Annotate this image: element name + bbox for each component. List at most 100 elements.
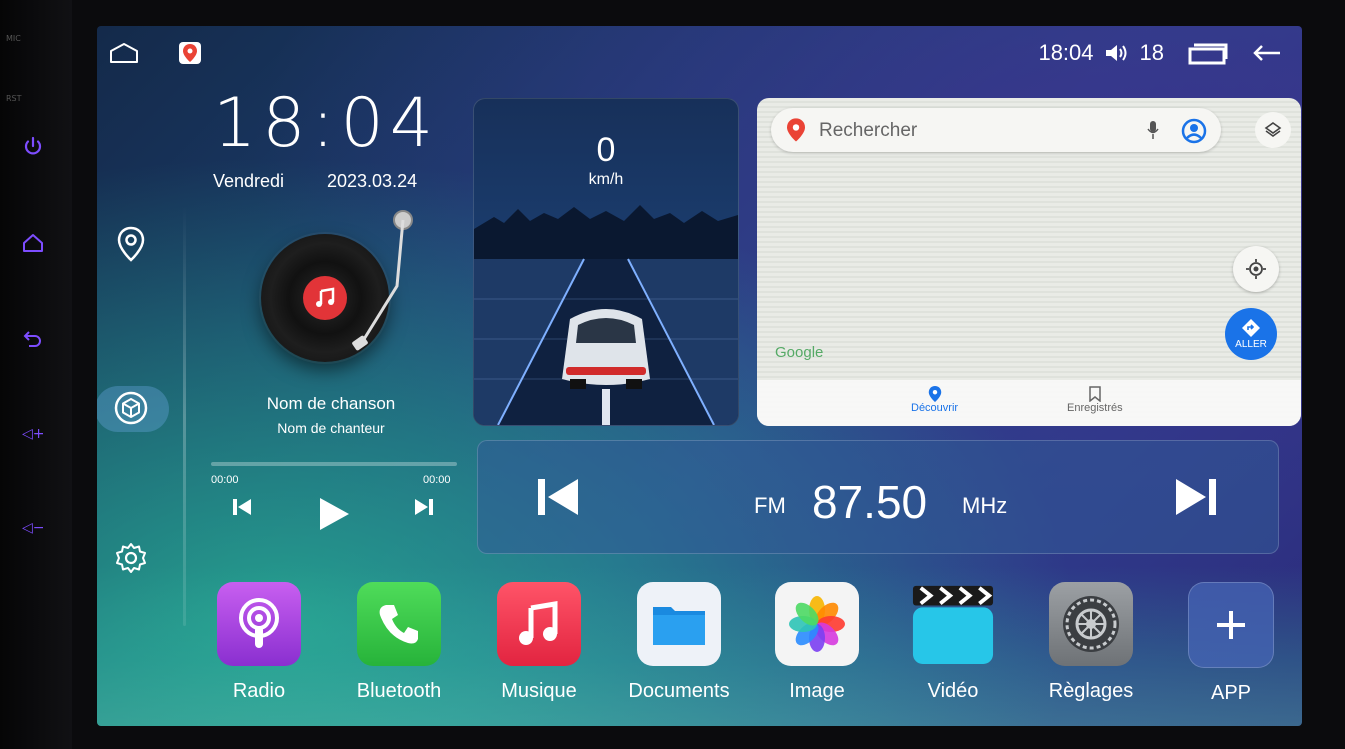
app-radio-label: Radio: [232, 680, 286, 702]
home-icon: [23, 234, 43, 252]
folder-icon: [637, 582, 721, 666]
rail-settings-button[interactable]: [113, 540, 149, 576]
bookmark-icon: [1089, 386, 1101, 402]
elapsed-time: 00:00: [211, 474, 239, 486]
clock-weekday: Vendredi: [213, 171, 285, 191]
skip-next-icon: [415, 499, 433, 515]
gear-icon: [116, 543, 146, 573]
skip-previous-icon: [233, 499, 251, 515]
home-icon[interactable]: [109, 42, 139, 64]
map-go-button[interactable]: ALLER: [1225, 308, 1277, 360]
map-layers-button[interactable]: [1255, 112, 1291, 148]
tab-discover[interactable]: Découvrir: [911, 386, 958, 414]
map-search-bar[interactable]: Rechercher: [771, 108, 1221, 152]
speed-unit: km/h: [588, 171, 624, 188]
explore-pin-icon: [928, 386, 941, 402]
tab-saved-label: Enregistrés: [1067, 402, 1123, 414]
clapperboard-icon: [911, 582, 995, 666]
radio-prev-button[interactable]: [536, 477, 580, 522]
music-progress-bar[interactable]: [211, 462, 457, 466]
clock-date: 2023.03.24: [327, 171, 418, 191]
volume-icon[interactable]: [1104, 42, 1130, 64]
status-area: 18:04 18: [1038, 40, 1282, 66]
app-image[interactable]: Image: [767, 582, 867, 703]
music-note-icon: [497, 582, 581, 666]
map-locate-button[interactable]: [1233, 246, 1279, 292]
map-go-label: ALLER: [1235, 339, 1267, 350]
app-video[interactable]: Vidéo: [903, 582, 1003, 703]
radio-unit: MHz: [962, 493, 1008, 518]
back-icon: [23, 331, 41, 347]
rail-navigation-button[interactable]: [113, 226, 149, 262]
radio-frequency: 87.50: [812, 476, 928, 528]
app-radio[interactable]: Radio: [209, 582, 309, 703]
total-time: 00:00: [423, 474, 451, 486]
music-note-icon: [316, 287, 335, 307]
hardware-bezel: MIC RST ◁+ ◁−: [0, 0, 72, 749]
radio-widget[interactable]: FM 87.50 MHz: [477, 440, 1279, 554]
radio-next-button[interactable]: [1174, 477, 1218, 522]
google-logo: Google: [775, 344, 824, 361]
app-add[interactable]: APP: [1181, 582, 1281, 705]
music-play-button[interactable]: [317, 496, 351, 532]
settings-gear-icon: [1049, 582, 1133, 666]
tab-discover-label: Découvrir: [911, 402, 959, 414]
back-hw-button[interactable]: [20, 326, 46, 352]
cube-icon: [114, 391, 148, 425]
skip-previous-icon: [538, 479, 578, 515]
plus-icon: [1188, 582, 1274, 668]
app-settings-label: Règlages: [1048, 680, 1134, 702]
rail-apps-button[interactable]: [113, 390, 149, 426]
speedometer-widget[interactable]: 0 km/h: [473, 98, 739, 426]
song-title: Nom de chanson: [266, 394, 396, 413]
location-pin-icon: [117, 226, 145, 262]
app-video-label: Vidéo: [927, 680, 979, 702]
recent-apps-icon[interactable]: [1188, 41, 1228, 65]
tab-saved[interactable]: Enregistrés: [1067, 386, 1123, 414]
app-bluetooth[interactable]: Bluetooth: [349, 582, 449, 703]
microphone-icon[interactable]: [1147, 120, 1159, 140]
maps-icon[interactable]: [179, 42, 201, 64]
music-next-button[interactable]: [413, 496, 435, 518]
rst-label: RST: [6, 94, 22, 103]
power-button[interactable]: [20, 134, 46, 160]
clock-time: 18:04: [213, 84, 439, 163]
play-icon: [320, 498, 349, 530]
photos-icon: [775, 582, 859, 666]
radio-band: FM: [754, 493, 786, 518]
app-bluetooth-label: Bluetooth: [356, 680, 442, 702]
power-icon: [24, 136, 42, 155]
map-bottom-tabs: Découvrir Enregistrés: [757, 380, 1301, 426]
music-prev-button[interactable]: [231, 496, 253, 518]
maps-pin-icon: [787, 118, 805, 142]
home-hw-button[interactable]: [20, 230, 46, 256]
song-artist: Nom de chanteur: [277, 420, 385, 436]
tonearm-icon: [352, 210, 413, 351]
app-image-label: Image: [789, 680, 845, 702]
app-music-label: Musique: [501, 680, 577, 702]
volume-level: 18: [1139, 40, 1164, 65]
speed-value: 0: [596, 131, 616, 169]
skip-next-icon: [1176, 479, 1216, 515]
podcast-icon: [217, 582, 301, 666]
layers-icon: [1264, 122, 1282, 137]
map-search-placeholder: Rechercher: [819, 120, 918, 141]
mic-label: MIC: [6, 34, 21, 43]
phone-icon: [357, 582, 441, 666]
directions-icon: [1242, 319, 1260, 337]
crosshair-icon: [1246, 259, 1266, 279]
account-icon[interactable]: [1181, 118, 1207, 144]
rail-divider: [183, 206, 186, 626]
app-documents-label: Documents: [628, 680, 730, 702]
map-widget[interactable]: Rechercher ALLER Google Découvrir Enregi…: [757, 98, 1301, 426]
app-music[interactable]: Musique: [489, 582, 589, 703]
volume-up-button[interactable]: ◁+: [22, 426, 45, 442]
back-arrow-icon[interactable]: [1252, 42, 1282, 64]
status-clock: 18:04: [1038, 40, 1094, 65]
road-car-illustration: [474, 205, 738, 425]
app-documents[interactable]: Documents: [628, 582, 730, 703]
head-unit-screen: 18:04 18 18:04 Vendredi 2023.03.24 Nom d…: [97, 26, 1302, 726]
map-pin-icon: [183, 44, 197, 62]
app-settings[interactable]: Règlages: [1041, 582, 1141, 703]
volume-down-button[interactable]: ◁−: [22, 520, 45, 536]
